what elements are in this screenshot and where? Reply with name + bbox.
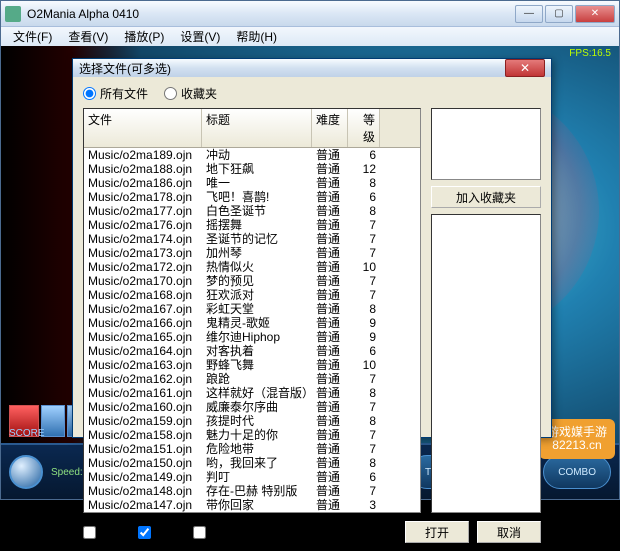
list-item[interactable]: Music/o2ma164.ojn对客执着普通6 bbox=[84, 344, 420, 358]
close-button[interactable]: ✕ bbox=[575, 5, 615, 23]
radio-favorites[interactable]: 收藏夹 bbox=[164, 85, 217, 102]
file-select-dialog: 选择文件(可多选) ✕ 所有文件 收藏夹 文件 标题 难度 等级 Music/o… bbox=[72, 58, 552, 438]
dialog-titlebar: 选择文件(可多选) ✕ bbox=[73, 59, 551, 77]
list-item[interactable]: Music/o2ma162.ojn踉跄普通7 bbox=[84, 372, 420, 386]
minimize-button[interactable]: — bbox=[515, 5, 543, 23]
menu-item[interactable]: 设置(V) bbox=[172, 26, 228, 47]
maximize-button[interactable]: ▢ bbox=[545, 5, 573, 23]
check-easy[interactable]: 简单 bbox=[83, 524, 124, 541]
list-item[interactable]: Music/o2ma158.ojn魅力十足的你普通7 bbox=[84, 428, 420, 442]
menu-item[interactable]: 帮助(H) bbox=[228, 26, 285, 47]
window-controls: — ▢ ✕ bbox=[515, 5, 615, 23]
dialog-body: 所有文件 收藏夹 文件 标题 难度 等级 Music/o2ma189.ojn冲动… bbox=[73, 77, 551, 551]
menu-item[interactable]: 播放(P) bbox=[116, 26, 172, 47]
list-item[interactable]: Music/o2ma150.ojn哟，我回来了普通8 bbox=[84, 456, 420, 470]
list-item[interactable]: Music/o2ma177.ojn白色圣诞节普通8 bbox=[84, 204, 420, 218]
titlebar: O2Mania Alpha 0410 — ▢ ✕ bbox=[1, 1, 619, 27]
window-title: O2Mania Alpha 0410 bbox=[27, 7, 515, 21]
list-item[interactable]: Music/o2ma172.ojn热情似火普通10 bbox=[84, 260, 420, 274]
list-item[interactable]: Music/o2ma165.ojn维尔迪Hiphop普通9 bbox=[84, 330, 420, 344]
list-item[interactable]: Music/o2ma174.ojn圣诞节的记忆普通7 bbox=[84, 232, 420, 246]
col-header-difficulty[interactable]: 难度 bbox=[312, 109, 348, 147]
check-normal[interactable]: 普通 bbox=[138, 524, 179, 541]
source-radio-group: 所有文件 收藏夹 bbox=[83, 85, 541, 102]
list-item[interactable]: Music/o2ma178.ojn飞吧！喜鹊!普通6 bbox=[84, 190, 420, 204]
list-item[interactable]: Music/o2ma167.ojn彩虹天堂普通8 bbox=[84, 302, 420, 316]
watermark-line2: 82213.cn bbox=[552, 439, 601, 452]
side-panel: 加入收藏夹 bbox=[431, 108, 541, 513]
list-header: 文件 标题 难度 等级 bbox=[84, 109, 420, 148]
dialog-title: 选择文件(可多选) bbox=[79, 60, 505, 77]
favorites-list[interactable] bbox=[431, 214, 541, 513]
list-item[interactable]: Music/o2ma170.ojn梦的预见普通7 bbox=[84, 274, 420, 288]
list-item[interactable]: Music/o2ma160.ojn威廉泰尔序曲普通7 bbox=[84, 400, 420, 414]
fps-counter: FPS:16.5 bbox=[569, 48, 611, 59]
score-label: SCORE bbox=[9, 428, 45, 439]
open-button[interactable]: 打开 bbox=[405, 521, 469, 543]
list-item[interactable]: Music/o2ma159.ojn孩提时代普通8 bbox=[84, 414, 420, 428]
combo-indicator: COMBO bbox=[543, 455, 611, 489]
menu-item[interactable]: 文件(F) bbox=[5, 26, 60, 47]
list-item[interactable]: Music/o2ma147.ojn带你回家普通3 bbox=[84, 498, 420, 512]
list-item[interactable]: Music/o2ma186.ojn唯一普通8 bbox=[84, 176, 420, 190]
radio-all-files[interactable]: 所有文件 bbox=[83, 85, 148, 102]
preview-box bbox=[431, 108, 541, 180]
col-header-title[interactable]: 标题 bbox=[202, 109, 312, 147]
add-favorite-button[interactable]: 加入收藏夹 bbox=[431, 186, 541, 208]
col-header-level[interactable]: 等级 bbox=[348, 109, 380, 147]
file-list[interactable]: 文件 标题 难度 等级 Music/o2ma189.ojn冲动普通6Music/… bbox=[83, 108, 421, 513]
app-icon bbox=[5, 6, 21, 22]
dialog-close-button[interactable]: ✕ bbox=[505, 59, 545, 77]
list-body[interactable]: Music/o2ma189.ojn冲动普通6Music/o2ma188.ojn地… bbox=[84, 148, 420, 512]
check-hard[interactable]: 困难 bbox=[193, 524, 234, 541]
list-item[interactable]: Music/o2ma148.ojn存在-巴赫 特别版普通7 bbox=[84, 484, 420, 498]
list-item[interactable]: Music/o2ma149.ojn判叮普通6 bbox=[84, 470, 420, 484]
list-item[interactable]: Music/o2ma168.ojn狂欢派对普通7 bbox=[84, 288, 420, 302]
menubar: 文件(F)查看(V)播放(P)设置(V)帮助(H) bbox=[1, 27, 619, 47]
menu-item[interactable]: 查看(V) bbox=[60, 26, 116, 47]
list-item[interactable]: Music/o2ma166.ojn鬼精灵-歌姬普通9 bbox=[84, 316, 420, 330]
difficulty-filter: 简单 普通 困难 bbox=[83, 524, 234, 541]
volume-knob[interactable] bbox=[9, 455, 43, 489]
list-item[interactable]: Music/o2ma189.ojn冲动普通6 bbox=[84, 148, 420, 162]
list-item[interactable]: Music/o2ma176.ojn摇摆舞普通7 bbox=[84, 218, 420, 232]
list-item[interactable]: Music/o2ma188.ojn地下狂飙普通12 bbox=[84, 162, 420, 176]
list-item[interactable]: Music/o2ma163.ojn野蜂飞舞普通10 bbox=[84, 358, 420, 372]
cancel-button[interactable]: 取消 bbox=[477, 521, 541, 543]
col-header-file[interactable]: 文件 bbox=[84, 109, 202, 147]
list-item[interactable]: Music/o2ma173.ojn加州琴普通7 bbox=[84, 246, 420, 260]
list-item[interactable]: Music/o2ma151.ojn危险地带普通7 bbox=[84, 442, 420, 456]
list-item[interactable]: Music/o2ma161.ojn这样就好（混音版）普通8 bbox=[84, 386, 420, 400]
